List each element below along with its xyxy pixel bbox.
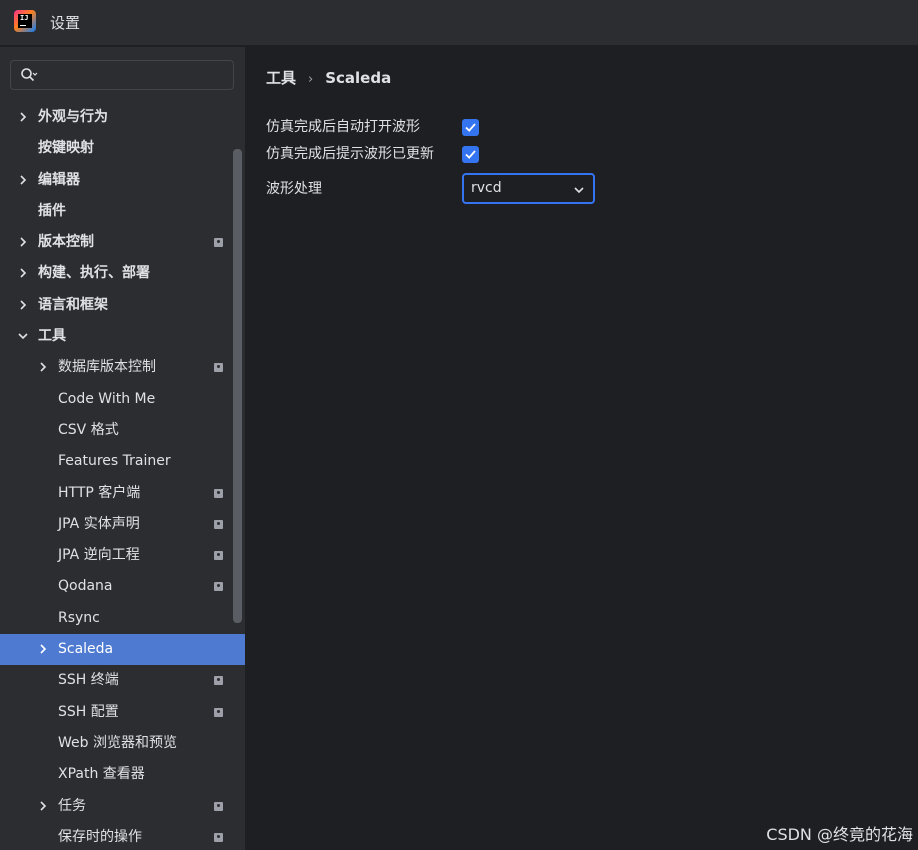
sidebar-item-label: Rsync xyxy=(58,609,100,626)
sidebar-item-label: Web 浏览器和预览 xyxy=(58,734,177,751)
auto-open-waveform-row: 仿真完成后自动打开波形 xyxy=(266,116,420,136)
auto-open-waveform-label: 仿真完成后自动打开波形 xyxy=(266,119,420,135)
waveform-processing-select[interactable]: rvcd xyxy=(462,173,595,204)
watermark: CSDN @终竟的花海 xyxy=(766,825,913,844)
notify-waveform-updated-row: 仿真完成后提示波形已更新 xyxy=(266,143,434,163)
sidebar-item-label: 工具 xyxy=(38,328,66,345)
intellij-app-icon: IJ xyxy=(14,10,36,32)
sidebar-item-label: 保存时的操作 xyxy=(58,828,142,845)
chevron-right-icon[interactable] xyxy=(17,236,29,248)
sidebar-item[interactable]: 数据库版本控制 xyxy=(0,352,245,383)
window-title: 设置 xyxy=(50,14,81,32)
project-level-icon xyxy=(214,488,223,498)
waveform-processing-value: rvcd xyxy=(471,180,502,196)
chevron-right-icon[interactable] xyxy=(37,361,49,373)
auto-open-waveform-checkbox[interactable] xyxy=(462,119,479,136)
project-level-icon xyxy=(214,832,223,842)
sidebar-item-label: 版本控制 xyxy=(38,234,94,251)
sidebar-item-label: SSH 终端 xyxy=(58,672,119,689)
sidebar-item-label: XPath 查看器 xyxy=(58,766,145,783)
sidebar-item[interactable]: Scaleda xyxy=(0,634,245,666)
sidebar-item-label: HTTP 客户端 xyxy=(58,484,141,501)
sidebar-item-label: 任务 xyxy=(58,797,86,814)
sidebar-item[interactable]: Rsync xyxy=(0,603,245,634)
settings-tree: 外观与行为按键映射编辑器插件版本控制构建、执行、部署 语言和框架工具数据库版本控制… xyxy=(0,102,245,850)
chevron-right-icon[interactable] xyxy=(17,174,29,186)
project-level-icon xyxy=(214,707,223,717)
chevron-right-icon[interactable] xyxy=(17,111,29,123)
project-level-icon xyxy=(214,676,223,686)
sidebar-item[interactable]: CSV 格式 xyxy=(0,415,245,446)
search-input[interactable] xyxy=(10,60,234,90)
sidebar-item[interactable]: 任务 xyxy=(0,791,245,822)
chevron-right-icon[interactable] xyxy=(17,267,29,279)
title-bar: IJ 设置 xyxy=(0,0,918,46)
sidebar-item-label: 构建、执行、部署 xyxy=(38,265,150,282)
sidebar-item-label: JPA 逆向工程 xyxy=(58,547,140,564)
sidebar-item-label: 语言和框架 xyxy=(38,296,108,313)
project-level-icon xyxy=(214,238,223,248)
chevron-down-icon xyxy=(574,187,584,194)
sidebar-item[interactable]: 版本控制 xyxy=(0,227,245,258)
sidebar-item[interactable]: SSH 终端 xyxy=(0,665,245,696)
sidebar-item[interactable]: 构建、执行、部署 xyxy=(0,258,245,289)
settings-window: IJ 设置 外观与行为 按键映射 编辑器 插件 版本控制 构建、执行、部署 语言和框架 工具数… xyxy=(0,0,918,850)
sidebar-item-label: 数据库版本控制 xyxy=(58,359,156,376)
sidebar-item[interactable]: 按键映射 xyxy=(0,133,245,164)
project-level-icon xyxy=(214,519,223,529)
chevron-right-icon[interactable] xyxy=(37,800,49,812)
sidebar-item-label: 编辑器 xyxy=(38,171,80,188)
checkmark-icon xyxy=(465,150,476,159)
settings-content: 工具 › Scaleda 仿真完成后自动打开波形 仿真完成后提示波形已更新 波形处理… xyxy=(245,47,918,850)
sidebar-item[interactable]: Web 浏览器和预览 xyxy=(0,728,245,759)
breadcrumb-separator: › xyxy=(308,72,314,87)
sidebar-item[interactable]: 编辑器 xyxy=(0,165,245,196)
sidebar-item-label: Qodana xyxy=(58,578,113,595)
project-level-icon xyxy=(214,551,223,561)
sidebar-item-label: JPA 实体声明 xyxy=(58,515,140,532)
sidebar-item-label: Scaleda xyxy=(58,641,114,658)
checkmark-icon xyxy=(465,123,476,132)
sidebar-item-label: SSH 配置 xyxy=(58,703,119,720)
breadcrumb-parent[interactable]: 工具 xyxy=(266,69,296,87)
notify-waveform-updated-label: 仿真完成后提示波形已更新 xyxy=(266,146,434,162)
search-icon xyxy=(21,68,38,82)
sidebar-item[interactable]: 插件 xyxy=(0,196,245,227)
breadcrumb: 工具 › Scaleda xyxy=(266,67,391,88)
sidebar-item[interactable]: XPath 查看器 xyxy=(0,759,245,790)
chevron-right-icon[interactable] xyxy=(37,643,49,655)
sidebar-item-label: CSV 格式 xyxy=(58,421,119,438)
sidebar-item[interactable]: JPA 逆向工程 xyxy=(0,540,245,571)
notify-waveform-updated-checkbox[interactable] xyxy=(462,146,479,163)
sidebar-item[interactable]: 外观与行为 xyxy=(0,102,245,133)
sidebar-item-label: Code With Me xyxy=(58,390,156,407)
project-level-icon xyxy=(214,801,223,811)
chevron-down-icon[interactable] xyxy=(17,330,29,342)
sidebar-item[interactable]: Code With Me xyxy=(0,384,245,415)
sidebar-item[interactable]: Features Trainer xyxy=(0,446,245,477)
sidebar-item-label: 按键映射 xyxy=(38,140,94,157)
sidebar-scrollbar[interactable] xyxy=(233,149,242,623)
sidebar-item[interactable]: Qodana xyxy=(0,571,245,602)
chevron-right-icon[interactable] xyxy=(17,299,29,311)
sidebar-item[interactable]: HTTP 客户端 xyxy=(0,478,245,509)
waveform-processing-label: 波形处理 xyxy=(266,181,322,197)
sidebar-item[interactable]: 保存时的操作 xyxy=(0,822,245,850)
settings-sidebar: 外观与行为按键映射编辑器插件版本控制构建、执行、部署 语言和框架工具数据库版本控制… xyxy=(0,47,245,850)
project-level-icon xyxy=(214,363,223,373)
waveform-processing-row: 波形处理 xyxy=(266,178,322,198)
sidebar-item[interactable]: 工具 xyxy=(0,321,245,352)
sidebar-item[interactable]: SSH 配置 xyxy=(0,697,245,728)
sidebar-item[interactable]: 语言和框架 xyxy=(0,290,245,321)
sidebar-item-label: Features Trainer xyxy=(58,453,171,470)
project-level-icon xyxy=(214,582,223,592)
sidebar-item-label: 插件 xyxy=(38,202,66,219)
sidebar-item[interactable]: JPA 实体声明 xyxy=(0,509,245,540)
sidebar-item-label: 外观与行为 xyxy=(38,109,108,125)
breadcrumb-current: Scaleda xyxy=(325,69,392,87)
